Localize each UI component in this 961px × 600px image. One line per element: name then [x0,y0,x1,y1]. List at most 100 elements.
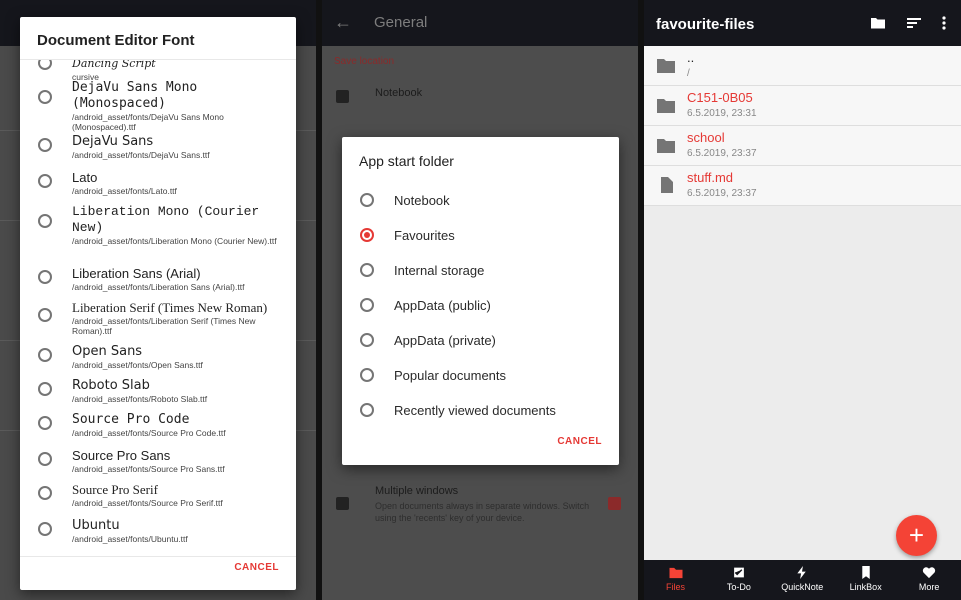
font-option[interactable]: Roboto Slab/android_asset/fonts/Roboto S… [20,378,296,404]
radio-button[interactable] [38,416,52,430]
font-option[interactable]: Lato/android_asset/fonts/Lato.ttf [20,170,296,196]
multiple-windows-description: Open documents always in separate window… [375,501,590,523]
font-name: Liberation Mono (Courier New) [72,204,260,235]
folder-option-label: Popular documents [394,368,507,383]
bookmark-icon [861,566,870,579]
font-name: Dancing Script [72,59,156,70]
radio-button[interactable] [38,486,52,500]
heart-icon [922,567,936,579]
font-path: /android_asset/fonts/Lato.ttf [72,186,177,196]
folder-option-label: AppData (public) [394,298,491,313]
folder-option-label: Notebook [394,193,450,208]
general-settings-screen: ← General Save location Notebook Multipl… [322,0,638,600]
folder-icon [669,567,682,579]
font-path: /android_asset/fonts/Open Sans.ttf [72,360,203,370]
font-path: /android_asset/fonts/Roboto Slab.ttf [72,394,208,404]
file-name: school [687,130,725,145]
radio-button[interactable] [38,382,52,396]
file-date: 6.5.2019, 23:37 [687,148,757,159]
nav-item[interactable]: LinkBox [834,560,897,600]
arrow-back-icon[interactable]: ← [334,12,352,33]
font-name: Source Pro Code [72,412,190,427]
multiple-windows-checkbox[interactable] [608,497,621,510]
radio-button[interactable] [38,138,52,152]
folder-icon [657,59,675,73]
radio-button[interactable] [360,333,374,347]
nav-label: LinkBox [849,582,882,592]
radio-selected[interactable] [360,228,374,242]
folder-option[interactable]: Recently viewed documents [342,393,619,428]
cancel-button[interactable]: CANCEL [557,436,602,447]
font-option[interactable]: Source Pro Serif/android_asset/fonts/Sou… [20,482,296,508]
radio-button[interactable] [38,452,52,466]
folder-option[interactable]: AppData (private) [342,323,619,358]
font-list[interactable]: Dancing Script cursive DejaVu Sans Mono (M… [20,59,296,557]
windows-icon [336,497,349,510]
file-date: 6.5.2019, 23:31 [687,108,757,119]
folder-option[interactable]: Favourites [342,218,619,253]
radio-button[interactable] [38,174,52,188]
font-name: Source Pro Sans [72,448,171,463]
nav-item[interactable]: Files [644,560,707,600]
file-name: C151-0B05 [687,90,753,105]
radio-button[interactable] [38,90,52,104]
font-dialog: Document Editor Font Dancing Script cursi… [20,17,296,590]
multiple-windows-label[interactable]: Multiple windows [375,485,458,497]
nav-label: More [918,582,940,592]
checklist-icon [732,566,746,579]
nav-item[interactable]: QuickNote [771,560,834,600]
font-path: /android_asset/fonts/Source Pro Serif.tt… [72,498,223,508]
radio-button[interactable] [38,522,52,536]
radio-button[interactable] [38,270,52,284]
folder-icon [657,139,675,153]
folder-icon[interactable] [870,15,886,31]
font-name: Ubuntu [72,518,120,533]
font-option[interactable]: Dancing Script cursive [20,59,296,82]
folder-option[interactable]: Popular documents [342,358,619,393]
font-option[interactable]: Liberation Sans (Arial)/android_asset/fo… [20,266,296,292]
add-button[interactable]: + [896,515,937,556]
nav-item[interactable]: To-Do [707,560,770,600]
nav-label: Files [665,582,685,592]
section-header: Save location [334,56,395,67]
toolbar: ← General [322,0,638,46]
radio-button[interactable] [38,308,52,322]
radio-button[interactable] [38,214,52,228]
folder-option[interactable]: AppData (public) [342,288,619,323]
nav-label: QuickNote [781,582,824,592]
font-option[interactable]: Liberation Mono (Courier New)/android_as… [20,204,296,246]
bottom-navigation: Files To-Do QuickNote LinkBox More [644,560,961,600]
file-row[interactable]: C151-0B05 6.5.2019, 23:31 [644,86,961,126]
font-name: Source Pro Serif [72,482,158,497]
notebook-setting-label[interactable]: Notebook [375,87,422,99]
font-option[interactable]: DejaVu Sans Mono (Monospaced)/android_as… [20,80,296,132]
dialog-title: Document Editor Font [37,32,195,49]
radio-button[interactable] [38,348,52,362]
font-option[interactable]: Source Pro Code/android_asset/fonts/Sour… [20,412,296,438]
dialog-title: App start folder [359,153,454,169]
folder-option[interactable]: Notebook [342,183,619,218]
radio-button[interactable] [360,368,374,382]
font-path: /android_asset/fonts/Ubuntu.ttf [72,534,188,544]
font-name: Liberation Sans (Arial) [72,266,201,281]
radio-button[interactable] [360,193,374,207]
radio-button[interactable] [360,298,374,312]
radio-button[interactable] [360,263,374,277]
font-option[interactable]: Ubuntu/android_asset/fonts/Ubuntu.ttf [20,518,296,544]
font-option[interactable]: Source Pro Sans/android_asset/fonts/Sour… [20,448,296,474]
cancel-button[interactable]: CANCEL [234,562,279,573]
files-screen: favourite-files .. / C151-0B05 6.5.2019, 23… [644,0,961,600]
font-option[interactable]: Open Sans/android_asset/fonts/Open Sans.… [20,344,296,370]
font-option[interactable]: Liberation Serif (Times New Roman)/andro… [20,300,296,336]
radio-button[interactable] [360,403,374,417]
sort-icon[interactable] [906,15,922,31]
font-option[interactable]: DejaVu Sans/android_asset/fonts/DejaVu S… [20,134,296,160]
radio-button[interactable] [38,60,52,70]
folder-option[interactable]: Internal storage [342,253,619,288]
more-vert-icon[interactable] [936,15,952,31]
file-row[interactable]: stuff.md 6.5.2019, 23:37 [644,166,961,206]
file-row[interactable]: school 6.5.2019, 23:37 [644,126,961,166]
font-path: /android_asset/fonts/Source Pro Sans.ttf [72,464,225,474]
file-row[interactable]: .. / [644,46,961,86]
nav-item[interactable]: More [898,560,961,600]
